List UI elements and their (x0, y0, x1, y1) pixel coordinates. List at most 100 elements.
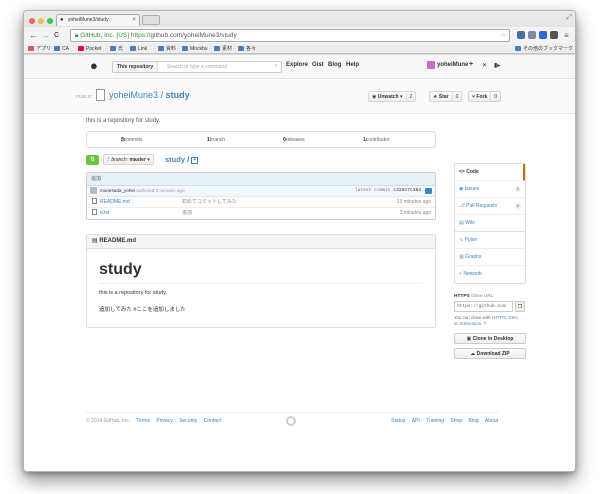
zoom-window-button[interactable] (47, 18, 53, 24)
search-help-icon[interactable]: ? (274, 62, 277, 73)
help-icon[interactable]: ? (484, 321, 486, 326)
clone-url-field[interactable]: https://github.com (454, 301, 513, 312)
bookmark-apps[interactable]: アプリ (28, 44, 51, 54)
bookmark-folder[interactable]: Link (130, 44, 147, 54)
sidebar-item-code[interactable]: <> Code (455, 164, 525, 181)
page-content: ● This repository Search or type a comma… (24, 55, 575, 471)
releases-count[interactable]: ◇ 0 releases (283, 132, 305, 148)
bookmark-folder[interactable]: 資料 (158, 44, 176, 54)
commits-count[interactable]: ◷ 5 commits (121, 132, 142, 148)
watch-count[interactable]: 2 (405, 92, 412, 102)
footer-link-about[interactable]: About (485, 418, 498, 424)
tab-close-icon[interactable]: × (132, 15, 136, 26)
copy-clipboard-icon[interactable]: ❐ (515, 301, 525, 312)
star-count[interactable]: 0 (451, 92, 458, 102)
minimize-window-button[interactable] (38, 18, 44, 24)
other-bookmarks[interactable]: その他のブックマーク (514, 44, 573, 54)
unwatch-button[interactable]: ◉ Unwatch ▾ 2 (368, 91, 417, 102)
footer-link-privacy[interactable]: Privacy (156, 418, 172, 424)
author-avatar[interactable] (90, 187, 97, 194)
repo-nav: <> Code ◉ Issues 0 ⎇ Pull Requests 0 ▤ Wik… (454, 163, 526, 284)
search-box[interactable]: This repository Search or type a command… (112, 61, 282, 73)
browser-window: ● yoheiMune3/study × ⤢ ← → C 🔒︎ GitHub, … (23, 10, 576, 472)
clone-desktop-button[interactable]: ▣ Clone in Desktop (454, 333, 526, 344)
fork-count[interactable]: 0 (490, 92, 497, 102)
menu-icon[interactable]: ≡ (564, 30, 569, 41)
branch-select-button[interactable]: ᚴ branch: master ▾ (103, 154, 154, 165)
fullscreen-icon[interactable]: ⤢ (566, 14, 572, 22)
commit-author[interactable]: munesada_yohei (100, 188, 135, 193)
bookmark-folder[interactable]: Mockbu (182, 44, 208, 54)
repo-owner-link[interactable]: yoheiMune3 (109, 90, 158, 100)
nav-blog[interactable]: Blog (328, 62, 341, 68)
breadcrumb-repo-link[interactable]: study (165, 155, 185, 164)
bookmark-folder[interactable]: 氏 (110, 44, 123, 54)
search-input[interactable]: Search or type a command (167, 62, 227, 73)
extension-shield-icon[interactable] (517, 31, 525, 39)
branch-icon: ᚴ (107, 157, 111, 163)
bookmark-pocket[interactable]: Pocket (78, 44, 101, 54)
commit-sha[interactable]: c429c7c383 (393, 188, 421, 193)
table-row[interactable]: README.md 初めてコミットしてみた 13 minutes ago (87, 197, 435, 208)
footer-link-contact[interactable]: Contact (204, 418, 221, 424)
search-scope[interactable]: This repository (113, 62, 159, 72)
download-zip-button[interactable]: ☁ Download ZIP (454, 348, 526, 359)
nav-explore[interactable]: Explore (286, 62, 308, 68)
repo-name-link[interactable]: study (166, 90, 190, 100)
subversion-link[interactable]: Subversion. (459, 321, 482, 326)
extension-cloud-icon[interactable] (539, 31, 547, 39)
bookmark-folder[interactable]: CA (54, 44, 69, 54)
footer-link-blog[interactable]: Blog (469, 418, 479, 424)
back-icon[interactable]: ← (29, 30, 38, 41)
browser-tab[interactable]: ● yoheiMune3/study × (56, 14, 140, 26)
footer-link-api[interactable]: API (412, 418, 420, 424)
avatar[interactable] (427, 61, 435, 69)
footer-link-status[interactable]: Status (391, 418, 405, 424)
footer-link-terms[interactable]: Terms (136, 418, 150, 424)
close-window-button[interactable] (29, 18, 35, 24)
bookmark-folder[interactable]: 素材 (214, 44, 232, 54)
footer-link-training[interactable]: Training (426, 418, 444, 424)
clone-protocol-links[interactable]: HTTPS, SSH, (492, 315, 519, 320)
branch-count[interactable]: ᚴ1 branch (207, 132, 225, 148)
new-tab-button[interactable] (142, 15, 160, 25)
github-logo-icon[interactable]: ● (90, 59, 98, 73)
sidebar-item-issues[interactable]: ◉ Issues 0 (455, 181, 525, 198)
address-bar[interactable]: 🔒︎ GitHub, Inc. [US] https://github.com/… (70, 29, 510, 42)
table-row[interactable]: a.txt 追加 3 minutes ago (87, 208, 435, 219)
file-name[interactable]: README.md (100, 199, 130, 205)
file-commit-message[interactable]: 初めてコミットしてみた (182, 197, 237, 207)
copyright: © 2014 GitHub, Inc. (86, 418, 130, 424)
file-name[interactable]: a.txt (100, 210, 109, 216)
create-new-icon[interactable]: + (469, 61, 473, 68)
username-link[interactable]: yoheiMune (437, 62, 468, 68)
nav-help[interactable]: Help (346, 62, 359, 68)
fork-button[interactable]: ⑂ Fork 0 (468, 91, 502, 102)
github-footer-logo-icon[interactable] (286, 416, 296, 426)
commit-title[interactable]: 追加 (87, 173, 435, 186)
footer-link-shop[interactable]: Shop (450, 418, 462, 424)
footer-link-security[interactable]: Security (179, 418, 197, 424)
file-commit-message[interactable]: 追加 (182, 208, 192, 218)
extension-camera-icon[interactable] (550, 31, 558, 39)
contributors-count[interactable]: ☺ 1 contributor (363, 132, 389, 148)
extension-grid-icon[interactable] (528, 31, 536, 39)
sign-out-icon[interactable]: ▮▸ (494, 62, 500, 69)
forward-icon[interactable]: → (41, 30, 50, 41)
repo-header: PUBLIC yoheiMune3 / study ◉ Unwatch ▾ 2 ★… (24, 80, 575, 114)
new-file-icon[interactable]: + (191, 157, 199, 164)
sidebar-item-network[interactable]: ⑂ Network (455, 266, 525, 283)
fork-icon: ⑂ (472, 94, 476, 100)
bookmark-star-icon[interactable]: ☆ (500, 30, 506, 42)
nav-gist[interactable]: Gist (312, 62, 324, 68)
compare-icon[interactable]: ⇅ (86, 155, 99, 165)
star-button[interactable]: ★ Star 0 (429, 91, 463, 102)
copy-sha-icon[interactable] (425, 188, 432, 194)
sidebar-item-pulse[interactable]: ∿ Pulse (455, 232, 525, 249)
sidebar-item-wiki[interactable]: ▤ Wiki (455, 215, 525, 232)
bookmark-folder[interactable]: 各々 (238, 44, 256, 54)
sidebar-item-graphs[interactable]: ▥ Graphs (455, 249, 525, 266)
settings-tools-icon[interactable]: ✕ (482, 62, 487, 69)
sidebar-item-pull-requests[interactable]: ⎇ Pull Requests 0 (455, 198, 525, 215)
reload-icon[interactable]: C (54, 30, 59, 41)
